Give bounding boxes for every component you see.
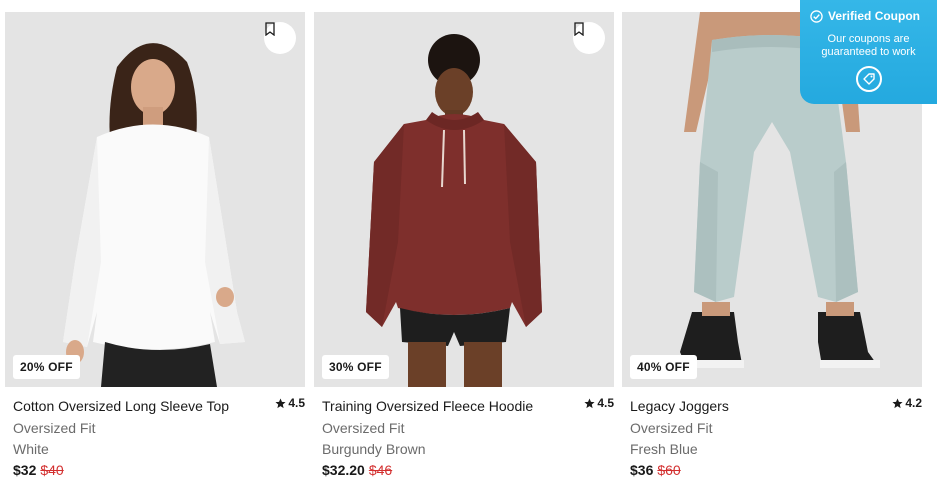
star-icon	[584, 397, 595, 408]
product-card[interactable]: 20% OFF Cotton Oversized Long Sleeve Top…	[5, 12, 305, 487]
sale-price: $32.20	[322, 462, 365, 478]
product-photo-white-top	[5, 12, 305, 387]
sale-price: $36	[630, 462, 654, 478]
sale-price: $32	[13, 462, 37, 478]
discount-badge: 40% OFF	[630, 355, 697, 379]
product-info: Cotton Oversized Long Sleeve Top 4.5 Ove…	[5, 387, 305, 487]
star-icon	[275, 397, 286, 408]
original-price: $46	[368, 462, 393, 478]
product-color: Burgundy Brown	[322, 441, 426, 457]
rating-value: 4.5	[597, 396, 614, 410]
product-image[interactable]: 30% OFF	[314, 12, 614, 387]
product-image[interactable]: 20% OFF	[5, 12, 305, 387]
bookmark-icon	[265, 22, 275, 36]
product-color: White	[13, 441, 49, 457]
product-price: $32.20 $46	[322, 462, 392, 478]
product-info: Training Oversized Fleece Hoodie 4.5 Ove…	[314, 387, 614, 487]
product-fit: Oversized Fit	[630, 420, 713, 436]
coupon-subtitle-line1: Our coupons are	[827, 33, 910, 45]
coupon-header: Verified Coupon	[810, 9, 920, 23]
coupon-tag-button[interactable]	[856, 66, 882, 92]
star-icon	[892, 397, 903, 408]
verified-coupon-popup[interactable]: Verified Coupon Our coupons are guarante…	[800, 0, 937, 104]
coupon-subtitle-line2: guaranteed to work	[821, 46, 916, 58]
product-grid: 20% OFF Cotton Oversized Long Sleeve Top…	[0, 0, 937, 499]
discount-badge: 30% OFF	[322, 355, 389, 379]
product-card[interactable]: 30% OFF Training Oversized Fleece Hoodie…	[314, 12, 614, 487]
discount-badge: 20% OFF	[13, 355, 80, 379]
product-info: Legacy Joggers 4.2 Oversized Fit Fresh B…	[622, 387, 922, 487]
wishlist-button[interactable]	[573, 22, 605, 54]
tag-icon	[863, 73, 875, 85]
product-name[interactable]: Training Oversized Fleece Hoodie	[322, 398, 533, 414]
product-rating: 4.2	[892, 396, 922, 410]
product-name[interactable]: Cotton Oversized Long Sleeve Top	[13, 398, 229, 414]
bookmark-icon	[574, 22, 584, 36]
product-color: Fresh Blue	[630, 441, 698, 457]
product-photo-burgundy-hoodie	[314, 12, 614, 387]
product-fit: Oversized Fit	[322, 420, 405, 436]
product-price: $32 $40	[13, 462, 64, 478]
product-price: $36 $60	[630, 462, 681, 478]
original-price: $40	[40, 462, 64, 478]
wishlist-button[interactable]	[264, 22, 296, 54]
coupon-subtitle: Our coupons are guaranteed to work	[800, 33, 937, 59]
check-circle-icon	[810, 9, 823, 23]
product-fit: Oversized Fit	[13, 420, 96, 436]
coupon-title: Verified Coupon	[828, 9, 921, 23]
product-name[interactable]: Legacy Joggers	[630, 398, 729, 414]
original-price: $60	[657, 462, 681, 478]
rating-value: 4.5	[288, 396, 305, 410]
rating-value: 4.2	[905, 396, 922, 410]
product-rating: 4.5	[275, 396, 305, 410]
product-rating: 4.5	[584, 396, 614, 410]
